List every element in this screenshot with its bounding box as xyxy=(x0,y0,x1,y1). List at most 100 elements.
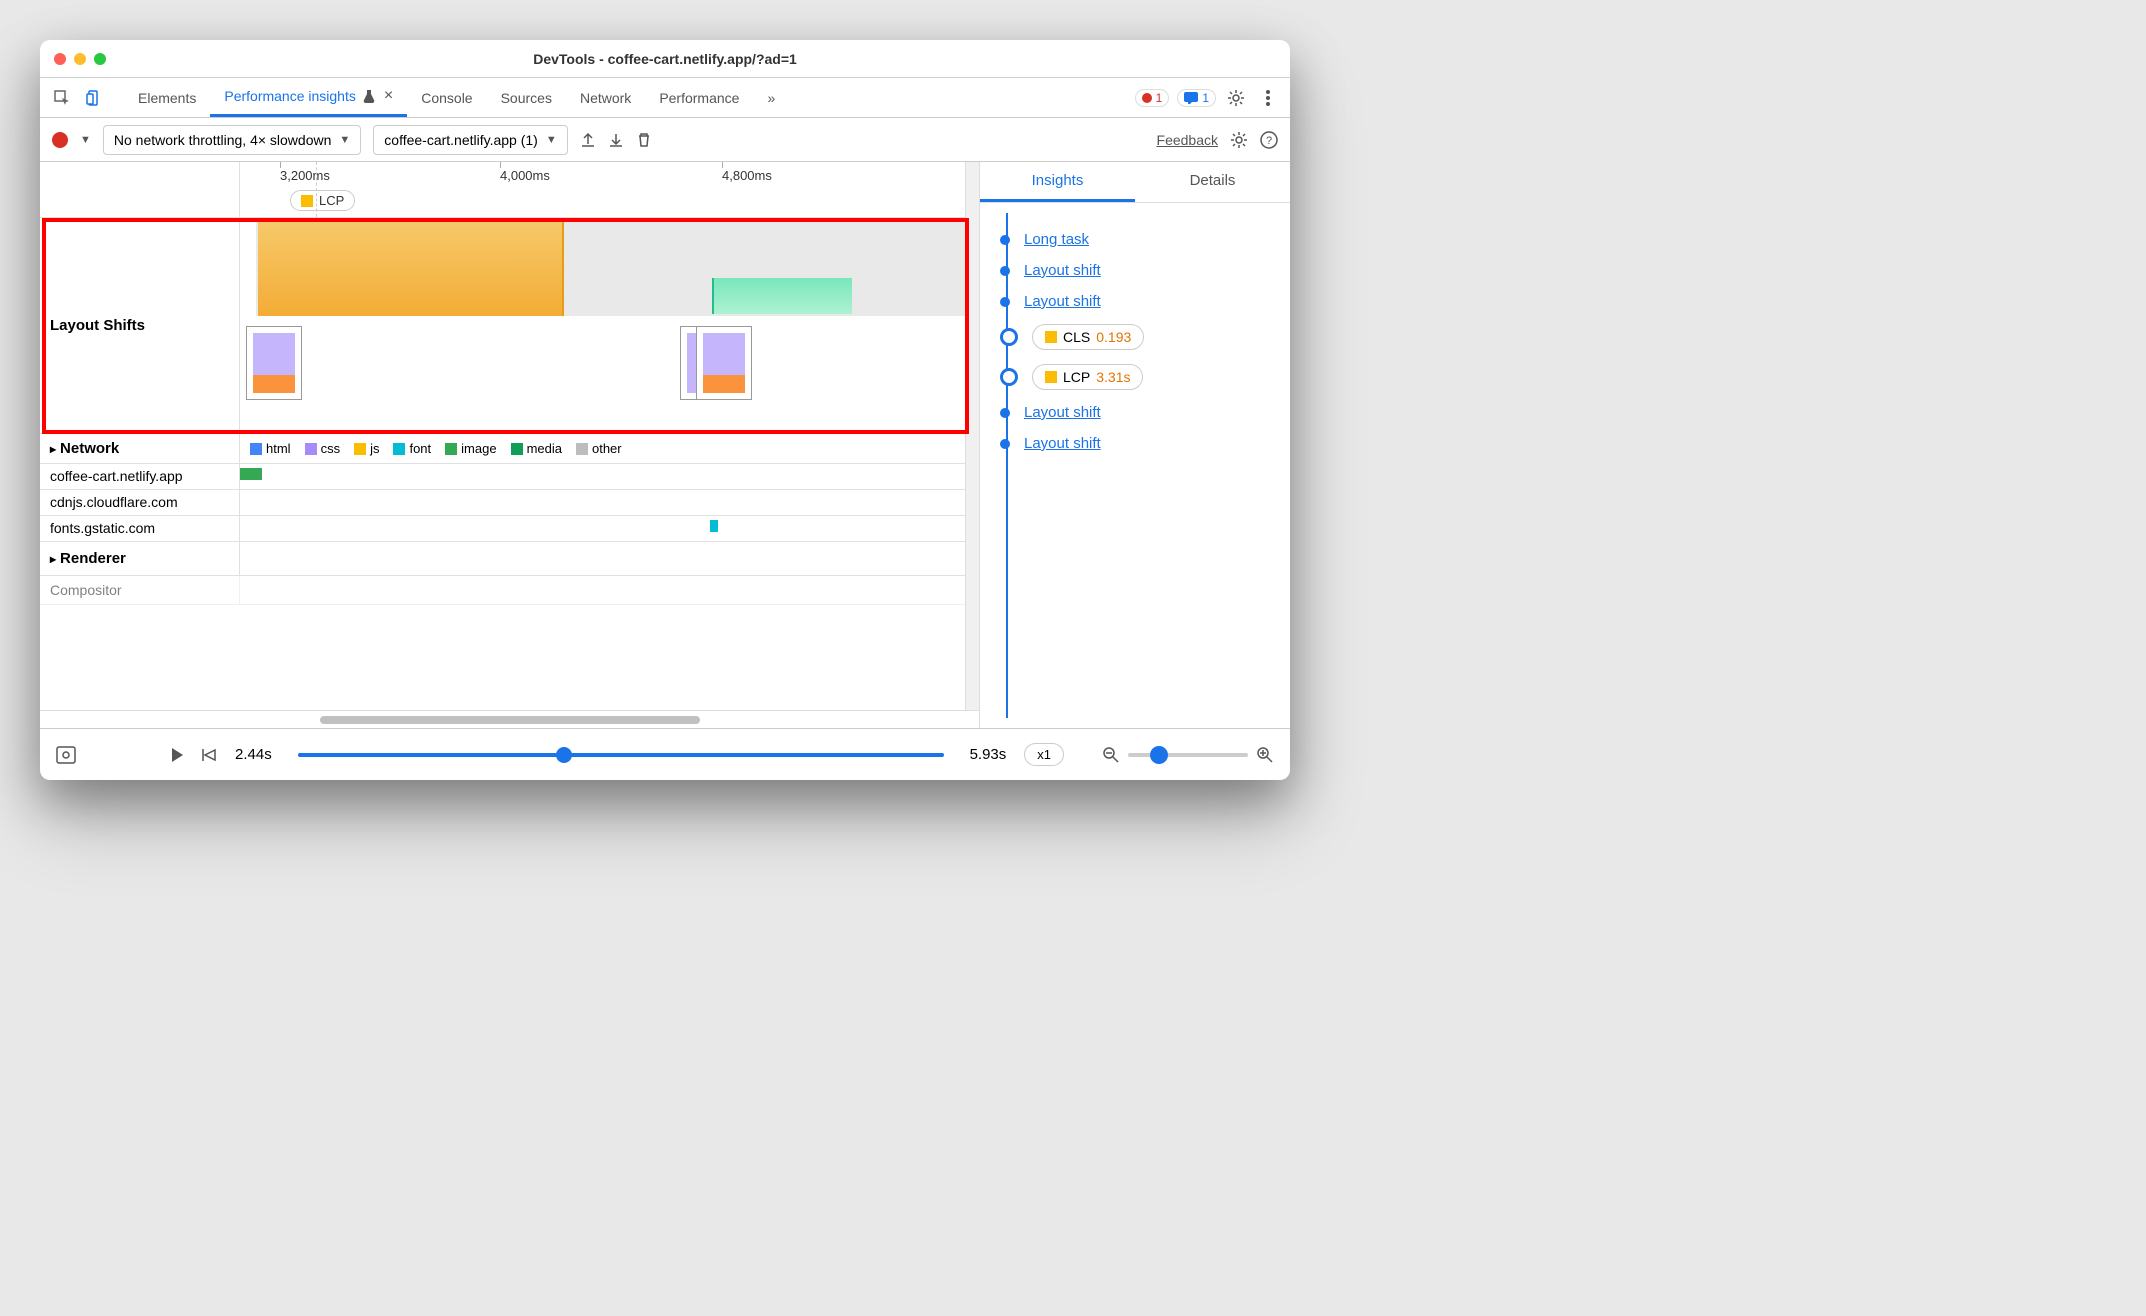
zoom-slider[interactable] xyxy=(1128,753,1248,757)
metric-value: 0.193 xyxy=(1096,329,1131,345)
time-end: 5.93s xyxy=(970,746,1007,763)
vertical-scrollbar[interactable] xyxy=(965,162,979,710)
square-icon xyxy=(301,195,313,207)
settings-gear-icon[interactable] xyxy=(1224,86,1248,110)
tick-label: 4,000ms xyxy=(500,168,550,183)
timeline-panel: 3,200ms 4,000ms 4,800ms LCP Layout Shift… xyxy=(40,162,980,728)
tab-label: Network xyxy=(580,90,631,106)
maximize-window-icon[interactable] xyxy=(94,53,106,65)
flame-block-green[interactable] xyxy=(712,278,852,314)
track-body[interactable] xyxy=(240,490,979,515)
content: 3,200ms 4,000ms 4,800ms LCP Layout Shift… xyxy=(40,162,1290,728)
feedback-link[interactable]: Feedback xyxy=(1157,132,1218,148)
panel-tabs: Elements Performance insights × Console … xyxy=(124,78,789,117)
insight-link[interactable]: Layout shift xyxy=(1024,293,1101,310)
square-icon xyxy=(1045,371,1057,383)
slider-knob[interactable] xyxy=(1150,746,1168,764)
tab-insights[interactable]: Insights xyxy=(980,162,1135,202)
lcp-pill[interactable]: LCP 3.31s xyxy=(1032,364,1143,390)
track-label[interactable]: Compositor xyxy=(40,576,240,604)
bullet-icon xyxy=(1000,328,1018,346)
square-icon xyxy=(511,443,523,455)
host-label: coffee-cart.netlify.app xyxy=(40,464,240,489)
track-body[interactable] xyxy=(240,218,979,433)
tab-more[interactable]: » xyxy=(753,78,789,117)
error-badge[interactable]: 1 xyxy=(1135,89,1170,107)
insights-tabs: Insights Details xyxy=(980,162,1290,203)
track-label[interactable]: Renderer xyxy=(40,542,240,575)
timeline-area[interactable]: 3,200ms 4,000ms 4,800ms LCP Layout Shift… xyxy=(40,162,979,710)
minimize-window-icon[interactable] xyxy=(74,53,86,65)
toggle-overlay-icon[interactable] xyxy=(56,746,76,764)
playback-footer: 2.44s 5.93s x1 xyxy=(40,728,1290,780)
throttle-select[interactable]: No network throttling, 4× slowdown▼ xyxy=(103,125,361,155)
recording-select[interactable]: coffee-cart.netlify.app (1)▼ xyxy=(373,125,567,155)
help-icon[interactable]: ? xyxy=(1260,131,1278,149)
speed-toggle[interactable]: x1 xyxy=(1024,743,1064,766)
insight-link[interactable]: Layout shift xyxy=(1024,435,1101,452)
export-icon[interactable] xyxy=(580,132,596,148)
time-ruler: 3,200ms 4,000ms 4,800ms LCP xyxy=(40,162,979,218)
tab-close-icon[interactable]: × xyxy=(384,87,393,105)
track-body[interactable] xyxy=(240,542,979,575)
rewind-icon[interactable] xyxy=(201,747,217,763)
tab-performance[interactable]: Performance xyxy=(645,78,753,117)
tab-network[interactable]: Network xyxy=(566,78,645,117)
tab-sources[interactable]: Sources xyxy=(487,78,566,117)
tab-label: Elements xyxy=(138,90,196,106)
square-icon xyxy=(576,443,588,455)
track-label[interactable]: Network xyxy=(40,434,240,463)
time-tick: 4,000ms xyxy=(500,168,550,183)
insight-link[interactable]: Layout shift xyxy=(1024,404,1101,421)
record-dropdown-icon[interactable]: ▼ xyxy=(80,134,91,146)
bullet-icon xyxy=(1000,235,1010,245)
insight-item: Layout shift xyxy=(1000,262,1284,279)
insights-panel: Insights Details Long task Layout shift … xyxy=(980,162,1290,728)
device-toggle-icon[interactable] xyxy=(82,86,106,110)
inspect-icon[interactable] xyxy=(50,86,74,110)
track-body[interactable] xyxy=(240,516,979,541)
tab-elements[interactable]: Elements xyxy=(124,78,210,117)
network-track-header: Network html css js font image media oth… xyxy=(40,434,979,464)
flame-block-orange[interactable] xyxy=(258,222,564,316)
insight-link[interactable]: Layout shift xyxy=(1024,262,1101,279)
screenshot-thumb[interactable] xyxy=(696,326,752,400)
square-icon xyxy=(305,443,317,455)
tab-console[interactable]: Console xyxy=(407,78,486,117)
time-slider[interactable] xyxy=(298,753,944,757)
import-icon[interactable] xyxy=(608,132,624,148)
panel-settings-icon[interactable] xyxy=(1230,131,1248,149)
bullet-icon xyxy=(1000,408,1010,418)
tab-label: Console xyxy=(421,90,472,106)
tab-details[interactable]: Details xyxy=(1135,162,1290,202)
error-dot-icon xyxy=(1142,93,1152,103)
play-icon[interactable] xyxy=(172,748,183,762)
square-icon xyxy=(354,443,366,455)
close-window-icon[interactable] xyxy=(54,53,66,65)
request-bar[interactable] xyxy=(240,468,262,480)
message-badge[interactable]: 1 xyxy=(1177,89,1216,107)
scrollbar-thumb[interactable] xyxy=(320,716,700,724)
cls-pill[interactable]: CLS 0.193 xyxy=(1032,324,1144,350)
delete-icon[interactable] xyxy=(636,132,652,148)
insight-item: Long task xyxy=(1000,231,1284,248)
record-button[interactable] xyxy=(52,132,68,148)
host-label: fonts.gstatic.com xyxy=(40,516,240,541)
throttle-value: No network throttling, 4× slowdown xyxy=(114,132,332,148)
zoom-in-icon[interactable] xyxy=(1256,746,1274,764)
track-label: Layout Shifts xyxy=(40,218,240,433)
kebab-menu-icon[interactable] xyxy=(1256,86,1280,110)
tab-performance-insights[interactable]: Performance insights × xyxy=(210,78,407,117)
slider-knob[interactable] xyxy=(556,747,572,763)
insights-list[interactable]: Long task Layout shift Layout shift CLS … xyxy=(980,203,1290,728)
zoom-out-icon[interactable] xyxy=(1102,746,1120,764)
screenshot-thumb[interactable] xyxy=(246,326,302,400)
horizontal-scrollbar[interactable] xyxy=(40,710,979,728)
insight-link[interactable]: Long task xyxy=(1024,231,1089,248)
lcp-marker[interactable]: LCP xyxy=(290,190,355,211)
request-bar[interactable] xyxy=(710,520,718,532)
track-body[interactable] xyxy=(240,464,979,489)
tab-label: Performance insights xyxy=(224,88,356,104)
network-legend: html css js font image media other xyxy=(240,434,979,463)
track-body[interactable] xyxy=(240,576,979,604)
